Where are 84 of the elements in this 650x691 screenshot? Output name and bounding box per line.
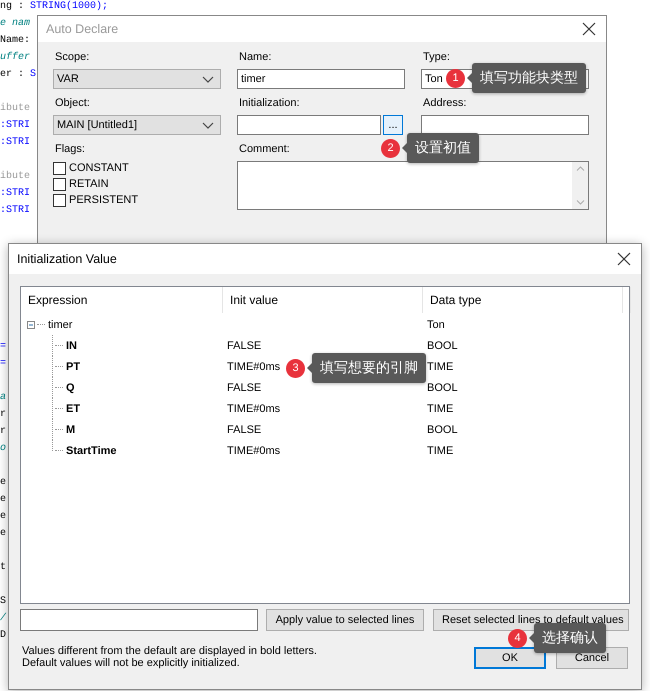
object-dropdown[interactable]: MAIN [Untitled1]	[53, 115, 221, 135]
field-label: Scope:	[54, 51, 90, 65]
tree-item[interactable]: PT	[66, 360, 80, 372]
name-field[interactable]: timer	[237, 69, 405, 89]
close-icon[interactable]	[617, 252, 631, 266]
code-line: ibute	[0, 103, 30, 114]
table-cell: BOOL	[427, 382, 458, 394]
checkbox-label: PERSISTENT	[69, 194, 138, 206]
tree-item[interactable]: ET	[66, 402, 80, 414]
code-line: o	[0, 443, 6, 454]
column-header[interactable]: Expression	[21, 287, 223, 313]
table-cell: TIME	[427, 360, 454, 372]
chevron-down-icon	[202, 122, 214, 128]
code-line: ibute	[0, 171, 30, 182]
checkbox[interactable]	[53, 194, 66, 206]
column-header[interactable]: Init value	[223, 287, 423, 313]
callout-pointer	[402, 143, 407, 153]
table-cell: Ton	[427, 318, 445, 330]
code-line: a	[0, 392, 6, 403]
tree-item[interactable]: StartTime	[66, 444, 117, 456]
initialization-field[interactable]	[237, 115, 381, 135]
note-text: Default values will not be explicitly initialized.	[22, 657, 241, 669]
note-text: Values different from the default are displayed in bold letters.	[22, 645, 317, 657]
callout-pointer	[307, 363, 312, 373]
checkbox-label: CONSTANT	[69, 162, 129, 174]
code-line: S	[0, 596, 6, 607]
dialog-title: Initialization Value	[17, 252, 117, 266]
tree-item[interactable]: Q	[66, 382, 75, 394]
field-label: Flags:	[54, 143, 85, 157]
scope-dropdown[interactable]: VAR	[53, 69, 221, 89]
checkbox[interactable]	[53, 162, 66, 174]
checkbox-label: RETAIN	[69, 178, 109, 190]
table-cell: FALSE	[227, 424, 262, 436]
column-header[interactable]: Data type	[423, 287, 623, 313]
address-field[interactable]	[421, 115, 589, 135]
code-line: uffer	[0, 52, 30, 63]
field-label: Address:	[422, 97, 466, 111]
code-line: e	[0, 494, 6, 505]
code-line: e	[0, 528, 6, 539]
code-line: D	[0, 630, 6, 641]
tree-item[interactable]: IN	[66, 340, 77, 352]
callout-pointer	[467, 73, 472, 83]
field-label: Comment:	[238, 143, 290, 157]
code-line: er : S	[0, 69, 36, 80]
code-line: e	[0, 511, 6, 522]
chevron-down-icon	[202, 76, 214, 82]
table-cell: BOOL	[427, 340, 458, 352]
dialog-title: Auto Declare	[46, 22, 118, 36]
field-label: Object:	[54, 97, 90, 111]
ok-button[interactable]: OK	[474, 647, 546, 669]
table-cell: FALSE	[227, 340, 262, 352]
code-line: ng : STRING(1000);	[0, 1, 108, 12]
code-line: /	[0, 613, 6, 624]
code-line: Name:	[0, 35, 30, 46]
code-line: e nam	[0, 18, 30, 29]
table-cell: TIME	[427, 444, 454, 456]
checkbox[interactable]	[53, 178, 66, 190]
table-cell: TIME#0ms	[227, 360, 280, 372]
close-icon[interactable]	[582, 22, 596, 36]
table-cell: TIME	[427, 402, 454, 414]
apply-button[interactable]: Apply value to selected lines	[266, 609, 424, 631]
code-line: r	[0, 426, 6, 437]
code-line: :STRI	[0, 137, 30, 148]
code-line: e	[0, 477, 6, 488]
table-cell: BOOL	[427, 424, 458, 436]
code-line: r	[0, 409, 6, 420]
code-line: :STRI	[0, 188, 30, 199]
table-cell: TIME#0ms	[227, 402, 280, 414]
tree-item[interactable]: M	[66, 424, 76, 436]
code-line: =	[0, 358, 6, 369]
browse-button[interactable]: ...	[383, 115, 403, 135]
tree-item[interactable]: timer	[48, 318, 72, 330]
code-line: =	[0, 341, 6, 352]
table-cell: TIME#0ms	[227, 444, 280, 456]
field-label: Name:	[238, 51, 272, 65]
callout-pointer	[529, 633, 534, 643]
field-label: Initialization:	[238, 97, 300, 111]
field-label: Type:	[422, 51, 450, 65]
code-line: t	[0, 562, 6, 573]
table-cell: FALSE	[227, 382, 262, 394]
value-field[interactable]	[20, 609, 258, 631]
collapse-icon[interactable]	[27, 320, 35, 328]
code-line: :STRI	[0, 205, 30, 216]
code-line: :STRI	[0, 120, 30, 131]
